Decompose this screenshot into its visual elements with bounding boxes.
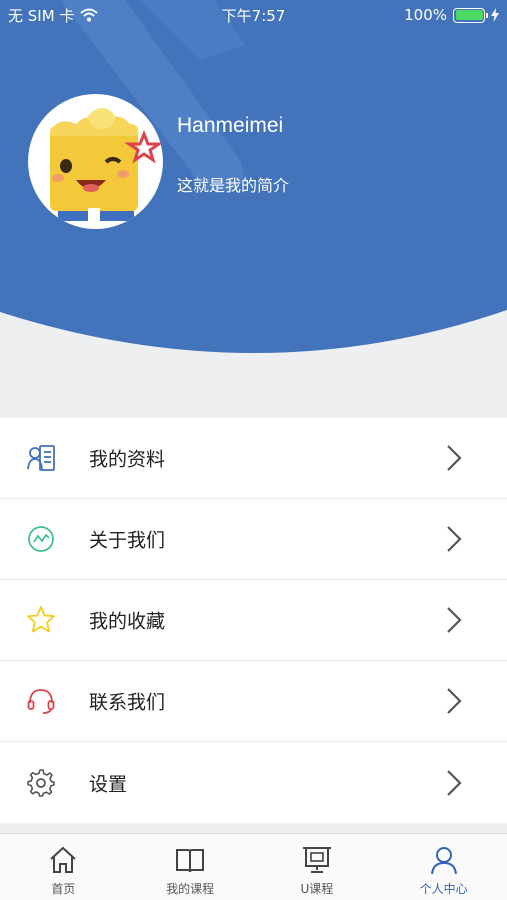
- carrier-label: 无 SIM 卡: [8, 6, 75, 25]
- clock: 下午7:57: [221, 6, 286, 25]
- menu-item-favorites[interactable]: 我的收藏: [0, 580, 507, 661]
- menu-item-contact-us[interactable]: 联系我们: [0, 661, 507, 742]
- tab-label: U课程: [300, 882, 334, 896]
- profile-name: Hanmeimei: [177, 114, 284, 137]
- book-icon: [176, 849, 205, 873]
- menu-item-label: 设置: [89, 773, 128, 795]
- chevron-right-icon: [447, 445, 462, 471]
- status-bar: 无 SIM 卡 下午7:57 100%: [0, 0, 507, 30]
- menu-item-label: 我的收藏: [89, 610, 166, 633]
- battery-icon: [453, 7, 488, 23]
- wifi-icon: [80, 8, 99, 22]
- home-icon: [50, 846, 77, 873]
- chevron-right-icon: [447, 607, 462, 633]
- tab-label: 我的课程: [166, 882, 215, 896]
- tab-u-courses[interactable]: U课程: [254, 834, 381, 900]
- presentation-board-icon: [302, 847, 331, 873]
- menu-item-settings[interactable]: 设置: [0, 742, 507, 823]
- chevron-right-icon: [447, 688, 462, 714]
- tab-home[interactable]: 首页: [0, 834, 127, 900]
- tab-my-courses[interactable]: 我的课程: [127, 834, 254, 900]
- person-icon: [430, 847, 457, 875]
- toast-character-avatar-icon: [50, 107, 163, 222]
- tab-label: 个人中心: [419, 882, 468, 896]
- charging-bolt-icon: [491, 8, 499, 22]
- menu-item-label: 联系我们: [89, 691, 166, 714]
- star-icon: [27, 606, 55, 633]
- menu-item-about-us[interactable]: 关于我们: [0, 499, 507, 580]
- profile-card-icon: [27, 445, 55, 471]
- pulse-circle-icon: [28, 526, 54, 552]
- avatar[interactable]: [28, 94, 163, 229]
- tab-label: 首页: [51, 882, 76, 896]
- battery-percent: 100%: [404, 6, 447, 24]
- headset-icon: [27, 689, 55, 714]
- bottom-tab-bar: 首页 我的课程 U课程 个人中心: [0, 833, 507, 900]
- menu-item-label: 我的资料: [89, 448, 166, 471]
- gear-icon: [27, 768, 55, 797]
- chevron-right-icon: [447, 526, 462, 552]
- chevron-right-icon: [447, 769, 462, 796]
- menu-item-label: 关于我们: [89, 529, 166, 552]
- menu-item-my-profile[interactable]: 我的资料: [0, 418, 507, 499]
- profile-menu: 我的资料 关于我们 我的收藏 联系我们 设置: [0, 418, 507, 823]
- tab-personal-center[interactable]: 个人中心: [380, 834, 507, 900]
- profile-bio: 这就是我的简介: [177, 176, 290, 195]
- profile-header: Hanmeimei 这就是我的简介: [0, 0, 507, 370]
